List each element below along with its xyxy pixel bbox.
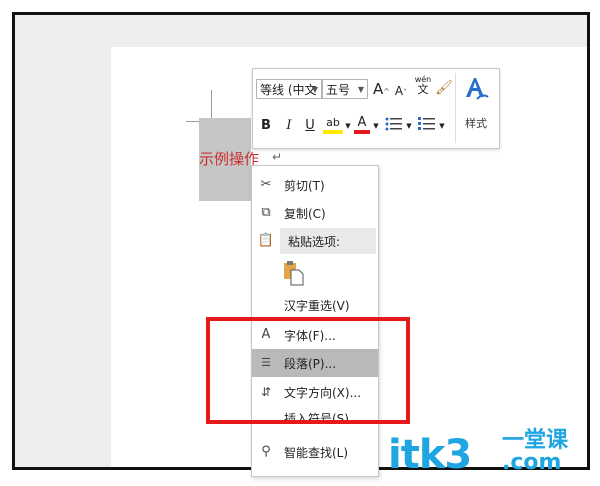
smart-lookup-icon: ⚲ — [261, 444, 271, 459]
copy-icon: ⧉ — [261, 205, 271, 220]
watermark-sub-top: 一堂课 — [502, 428, 569, 453]
highlight-icon: ab — [326, 116, 340, 129]
menu-header-paste-options: 📋 粘贴选项: — [252, 227, 378, 255]
styles-button[interactable]: 样式 — [461, 75, 491, 133]
chevron-down-icon: ▼ — [357, 85, 364, 94]
highlight-button[interactable]: ab — [323, 114, 343, 134]
bullets-icon — [385, 117, 402, 131]
menu-item-smart-lookup[interactable]: ⚲ 智能查找(L) — [252, 438, 378, 466]
grow-font-button[interactable]: A^ — [373, 80, 390, 101]
menu-item-label: 复制(C) — [284, 207, 326, 221]
shrink-font-icon: A — [394, 84, 404, 98]
styles-label: 样式 — [465, 117, 487, 130]
menu-item-label: 智能查找(L) — [284, 446, 349, 460]
scissors-icon: ✂ — [260, 177, 272, 192]
separator — [455, 73, 456, 143]
font-color-icon: A — [357, 115, 367, 130]
bullets-button[interactable] — [384, 116, 404, 138]
numbering-icon — [418, 117, 435, 130]
chevron-down-icon[interactable]: ▼ — [372, 117, 380, 135]
mini-toolbar: 等线 (中文 ▼ 五号 ▼ A^ A˅ wén 文 🖌 样式 B I U ab ▼… — [252, 68, 500, 149]
grow-font-icon: A — [373, 80, 384, 98]
menu-item-label: 汉字重选(V) — [284, 299, 350, 313]
paste-keep-text-only[interactable] — [252, 255, 378, 291]
numbering-button[interactable] — [417, 116, 437, 138]
italic-button[interactable]: I — [282, 117, 296, 135]
shrink-font-button[interactable]: A˅ — [394, 82, 408, 102]
watermark-main: itk3 — [388, 432, 472, 478]
menu-item-cut[interactable]: ✂ 剪切(T) — [252, 171, 378, 199]
font-size-dropdown[interactable]: 五号 ▼ — [322, 79, 368, 99]
chevron-down-icon[interactable]: ▼ — [405, 117, 413, 135]
menu-item-copy[interactable]: ⧉ 复制(C) — [252, 199, 378, 227]
font-name-dropdown[interactable]: 等线 (中文 ▼ — [256, 79, 322, 99]
chevron-down-icon[interactable]: ▼ — [438, 117, 446, 135]
highlight-color-bar — [323, 130, 343, 134]
font-size-value: 五号 — [326, 83, 351, 97]
format-painter-button[interactable]: 🖌 — [435, 79, 453, 97]
watermark-sub: 一堂课 .com — [502, 430, 568, 474]
watermark: itk3 一堂课 .com — [388, 430, 568, 479]
menu-item-reconversion[interactable]: 汉字重选(V) — [252, 291, 378, 319]
styles-icon — [466, 78, 489, 100]
document-text[interactable]: 示例操作 — [199, 148, 259, 169]
menu-item-label: 剪切(T) — [284, 179, 325, 193]
paste-text-only-icon — [284, 261, 304, 286]
font-color-bar — [354, 130, 370, 134]
format-painter-icon: 🖌 — [435, 80, 453, 96]
phonetic-guide-button[interactable]: wén 文 — [413, 75, 433, 96]
paste-icon: 📋 — [257, 233, 275, 248]
font-color-button[interactable]: A — [354, 114, 370, 134]
paragraph-mark: ↵ — [272, 150, 283, 164]
chevron-down-icon[interactable]: ▼ — [344, 117, 352, 135]
bold-button[interactable]: B — [259, 117, 273, 135]
watermark-sub-bottom: .com — [502, 450, 562, 475]
menu-item-label: 粘贴选项: — [288, 235, 341, 249]
chevron-down-icon: ▼ — [311, 85, 318, 94]
underline-button[interactable]: U — [303, 117, 317, 135]
annotation-highlight-box — [206, 317, 410, 424]
font-name-value: 等线 (中文 — [260, 83, 317, 97]
